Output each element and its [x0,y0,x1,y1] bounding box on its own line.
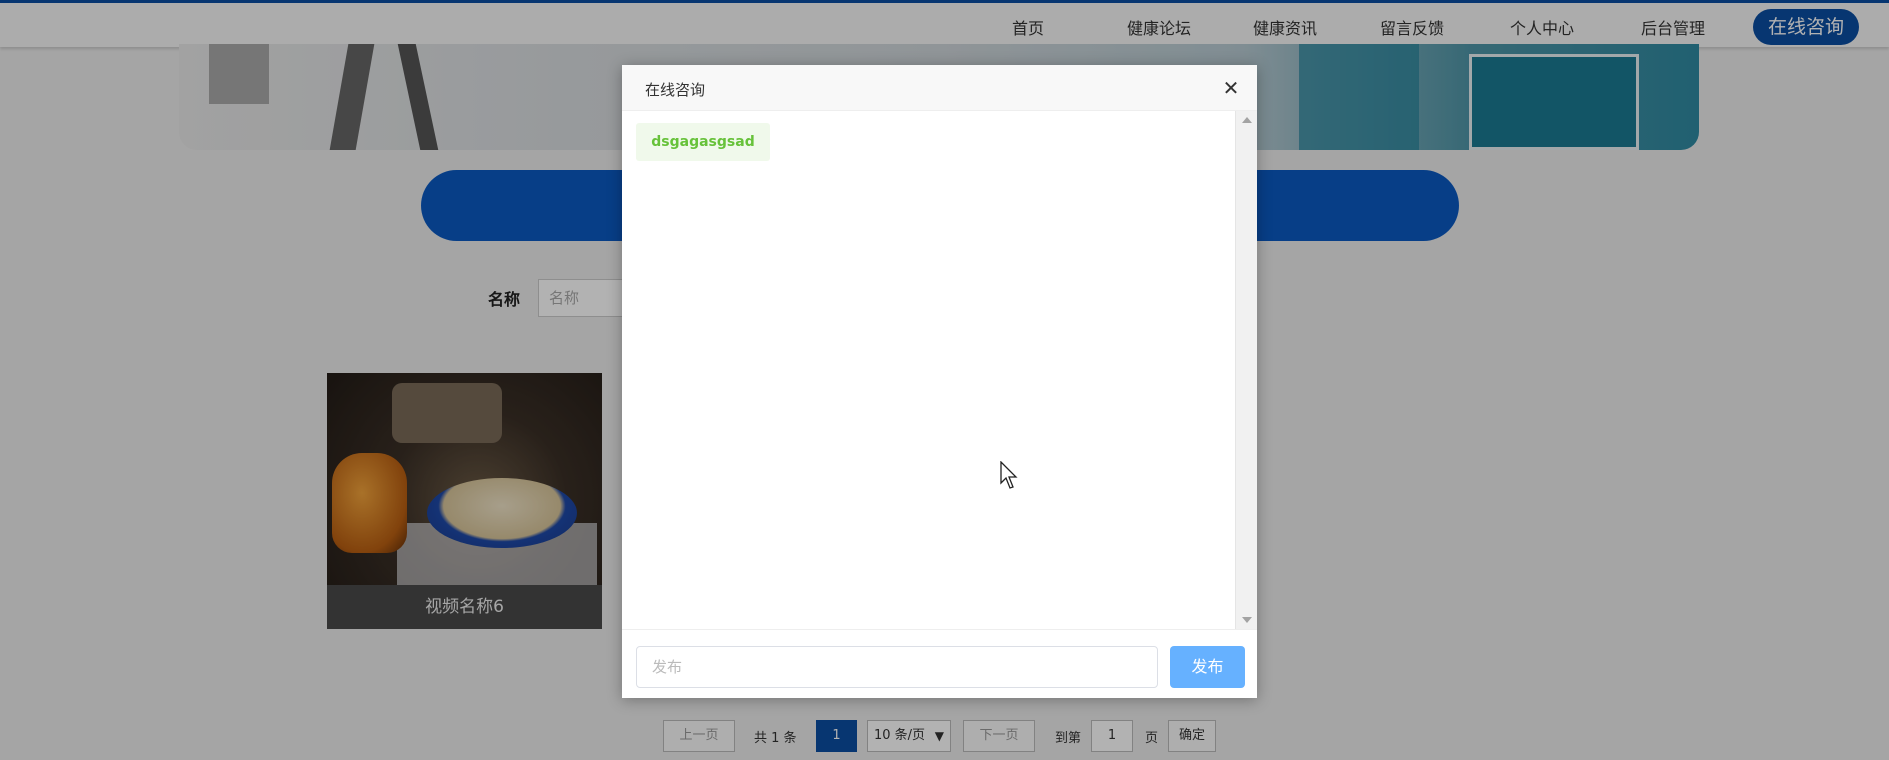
message-bubble: dsgagasgsad [636,123,770,161]
dialog-title: 在线咨询 [645,81,706,99]
scroll-down-icon[interactable] [1242,617,1252,623]
send-button[interactable]: 发布 [1170,646,1245,688]
mouse-pointer-icon [1000,461,1018,489]
scroll-up-icon[interactable] [1242,117,1252,123]
message-list[interactable]: dsgagasgsad [622,111,1235,629]
dialog-header: 在线咨询 ✕ [622,65,1257,111]
close-icon[interactable]: ✕ [1220,77,1242,99]
message-scrollbar[interactable] [1235,111,1257,629]
consult-dialog: 在线咨询 ✕ dsgagasgsad 发布 发布 [622,65,1257,698]
message-input[interactable]: 发布 [636,646,1158,688]
